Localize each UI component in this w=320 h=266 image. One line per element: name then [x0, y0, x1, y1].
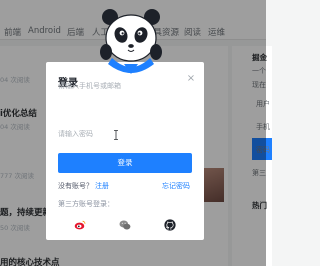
no-account-text: 没有账号？ [58, 182, 93, 190]
text-cursor-icon [114, 130, 118, 140]
github-icon[interactable] [164, 219, 176, 231]
login-button[interactable]: 登录 [58, 153, 192, 173]
password-input[interactable] [58, 123, 192, 145]
login-modal: 登录 × 登录 没有账号？ 注册 忘记密码 第三方账号登录： [46, 62, 204, 240]
register-link[interactable]: 注册 [95, 181, 109, 191]
forgot-password-link[interactable]: 忘记密码 [162, 181, 190, 191]
weibo-icon[interactable] [74, 219, 86, 231]
panda-mascot-icon [100, 9, 162, 74]
third-party-label: 第三方账号登录： [58, 200, 114, 208]
phone-email-input[interactable] [58, 75, 192, 97]
wechat-icon[interactable] [119, 219, 131, 231]
